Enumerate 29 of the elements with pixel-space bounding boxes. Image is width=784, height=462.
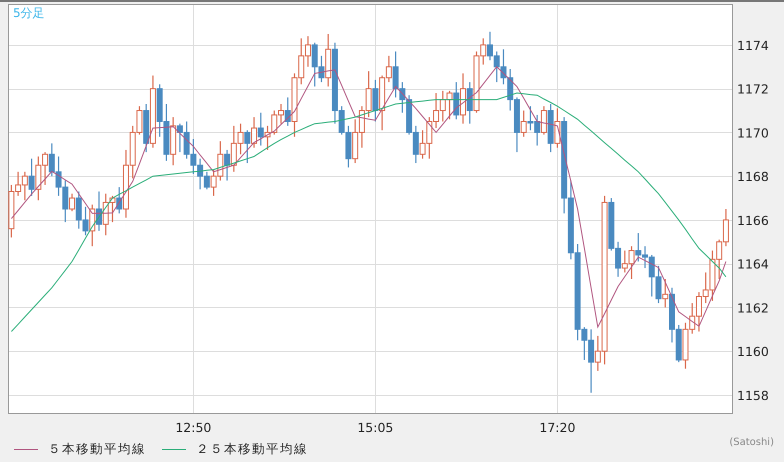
axis-label: 1160: [737, 344, 769, 360]
axis-label: 1172: [737, 82, 769, 97]
candlestick: [258, 112, 264, 146]
axis-label: 1168: [737, 169, 769, 184]
axis-label: 12:50: [175, 420, 212, 435]
axis-label: 1174: [737, 38, 769, 53]
legend-label: ５本移動平均線: [48, 441, 146, 458]
axis-label: 15:05: [357, 420, 394, 435]
candlestick: [244, 130, 250, 164]
chart-title: 5分足: [13, 6, 45, 20]
axis-label: 1162: [737, 300, 769, 316]
legend-label: ２５本移動平均線: [196, 441, 308, 458]
credit-text: (Satoshi): [729, 437, 774, 450]
candlestick: [466, 82, 473, 124]
candlestick: [69, 193, 76, 212]
axis-label: 1158: [737, 388, 769, 403]
axis-label: 17:20: [539, 420, 576, 435]
axis-label: 1164: [737, 256, 769, 272]
candlestick: [284, 96, 291, 126]
candlestick: [453, 82, 460, 120]
candlestick: [662, 278, 668, 308]
axis-label: 1166: [737, 212, 769, 228]
candlestick: [28, 158, 35, 196]
axis-label: 1170: [737, 125, 769, 140]
candlestick: [540, 106, 547, 136]
candlestick: [520, 110, 527, 138]
candlestick: [224, 149, 230, 182]
candlestick: [251, 116, 258, 148]
candlestick: [372, 79, 378, 122]
